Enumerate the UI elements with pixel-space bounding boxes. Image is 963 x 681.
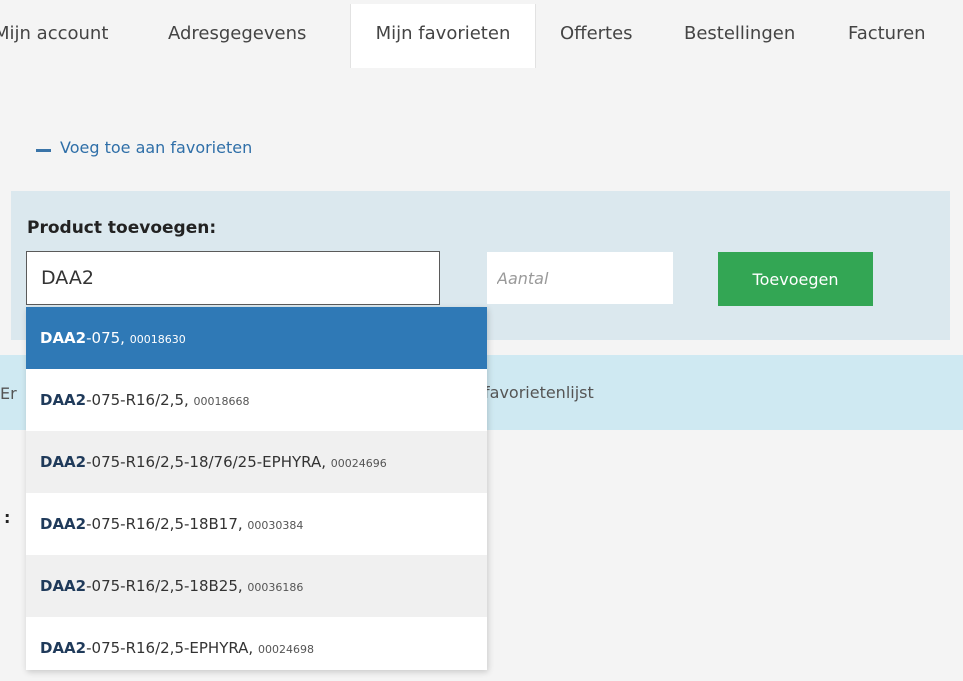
option-match: DAA2 [40,453,87,471]
account-tabs: Mijn account Adresgegevens Mijn favoriet… [0,0,963,68]
option-name: -075, [86,329,130,347]
option-match: DAA2 [40,391,87,409]
add-product-title: Product toevoegen: [27,218,217,238]
tab-bestellingen[interactable]: Bestellingen [684,4,795,68]
autocomplete-option[interactable]: DAA2-075-R16/2,5, 00018668 [26,369,487,431]
tab-bestellingen-label: Bestellingen [684,23,796,44]
tab-mijn-account[interactable]: Mijn account [0,4,142,68]
product-search-input[interactable] [26,251,440,305]
option-match: DAA2 [40,639,87,657]
tab-mijn-account-label: Mijn account [0,23,109,44]
autocomplete-dropdown: DAA2-075, 00018630 DAA2-075-R16/2,5, 000… [26,307,487,670]
autocomplete-option[interactable]: DAA2-075-R16/2,5-18B25, 00036186 [26,555,487,617]
tab-facturen-label: Facturen [848,23,926,44]
edge-glyph: : [4,508,11,527]
tab-adresgegevens[interactable]: Adresgegevens [168,4,306,68]
option-code: 00018668 [193,395,250,408]
option-code: 00030384 [247,519,304,532]
tab-offertes-label: Offertes [560,23,633,44]
info-message-prefix: Er [0,384,17,403]
info-message-text: favorietenlijst [484,383,594,402]
option-name: -075-R16/2,5-18B25, [86,577,248,595]
option-code: 00024696 [330,457,387,470]
autocomplete-option[interactable]: DAA2-075, 00018630 [26,307,487,369]
autocomplete-option[interactable]: DAA2-075-R16/2,5-18B17, 00030384 [26,493,487,555]
option-name: -075-R16/2,5-18/76/25-EPHYRA, [86,453,331,471]
option-match: DAA2 [40,329,87,347]
tab-adresgegevens-label: Adresgegevens [168,23,307,44]
option-name: -075-R16/2,5-18B17, [86,515,248,533]
tab-facturen[interactable]: Facturen [848,4,926,68]
tab-offertes[interactable]: Offertes [560,4,633,68]
autocomplete-option[interactable]: DAA2-075-R16/2,5-18/76/25-EPHYRA, 000246… [26,431,487,493]
option-match: DAA2 [40,577,87,595]
option-name: -075-R16/2,5-EPHYRA, [86,639,258,657]
minus-icon [36,149,51,152]
add-to-favorites-label: Voeg toe aan favorieten [60,138,253,157]
option-name: -075-R16/2,5, [86,391,194,409]
add-button[interactable]: Toevoegen [718,252,873,306]
option-code: 00018630 [129,333,186,346]
quantity-input[interactable] [487,252,673,304]
option-code: 00024698 [257,643,314,656]
tab-mijn-favorieten[interactable]: Mijn favorieten [350,4,536,68]
tab-mijn-favorieten-label: Mijn favorieten [375,23,511,44]
option-code: 00036186 [247,581,304,594]
option-match: DAA2 [40,515,87,533]
